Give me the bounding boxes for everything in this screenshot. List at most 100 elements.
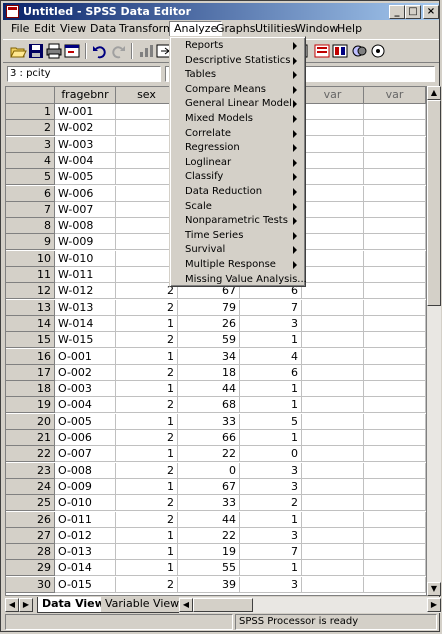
cell-age[interactable]: 67 xyxy=(178,478,240,495)
cell-empty[interactable] xyxy=(302,152,364,169)
cell-empty[interactable] xyxy=(364,348,426,365)
row-header[interactable]: 18 xyxy=(6,381,55,398)
cell-empty[interactable] xyxy=(302,413,364,430)
row-header[interactable]: 29 xyxy=(6,560,55,577)
cell-age[interactable]: 55 xyxy=(178,560,240,577)
cell-city[interactable]: 2 xyxy=(240,495,302,512)
analyze-menu-item[interactable]: Reports xyxy=(172,39,303,54)
analyze-menu-item[interactable]: Classify xyxy=(172,170,303,185)
corner-header[interactable] xyxy=(6,87,55,104)
cell-fragebnr[interactable]: W-007 xyxy=(55,201,116,218)
analyze-menu-item[interactable]: Survival xyxy=(172,243,303,258)
cell-empty[interactable] xyxy=(302,478,364,495)
cell-sex[interactable]: 2 xyxy=(116,299,178,316)
analyze-menu-item[interactable]: Mixed Models xyxy=(172,112,303,127)
cell-empty[interactable] xyxy=(302,250,364,267)
cell-empty[interactable] xyxy=(302,381,364,398)
cell-fragebnr[interactable]: O-006 xyxy=(55,430,116,446)
cell-fragebnr[interactable]: O-009 xyxy=(55,478,116,495)
row-header[interactable]: 28 xyxy=(6,544,55,561)
cell-age[interactable]: 0 xyxy=(178,462,240,479)
cell-empty[interactable] xyxy=(302,430,364,446)
cell-age[interactable]: 34 xyxy=(178,348,240,365)
cell-city[interactable]: 3 xyxy=(240,462,302,479)
cell-city[interactable]: 3 xyxy=(240,527,302,544)
close-button[interactable]: × xyxy=(423,5,439,19)
cell-empty[interactable] xyxy=(364,218,426,235)
tab-scroll-right-button[interactable]: ▶ xyxy=(19,598,33,612)
cell-empty[interactable] xyxy=(364,299,426,316)
cell-empty[interactable] xyxy=(364,462,426,479)
cell-city[interactable]: 0 xyxy=(240,446,302,463)
cell-empty[interactable] xyxy=(302,218,364,235)
cell-empty[interactable] xyxy=(364,152,426,169)
cell-fragebnr[interactable]: O-007 xyxy=(55,446,116,463)
analyze-menu-item[interactable]: Regression xyxy=(172,141,303,156)
cell-empty[interactable] xyxy=(302,332,364,349)
cell-empty[interactable] xyxy=(302,185,364,202)
save-icon[interactable] xyxy=(27,42,45,60)
row-header[interactable]: 14 xyxy=(6,315,55,332)
cell-empty[interactable] xyxy=(364,576,426,593)
cell-sex[interactable]: 2 xyxy=(116,511,178,528)
tab-scroll-left-button[interactable]: ◀ xyxy=(5,598,19,612)
cell-fragebnr[interactable]: O-003 xyxy=(55,381,116,398)
cell-sex[interactable]: 1 xyxy=(116,560,178,577)
undo-icon[interactable] xyxy=(91,42,109,60)
cell-empty[interactable] xyxy=(364,527,426,544)
cell-empty[interactable] xyxy=(302,315,364,332)
cell-empty[interactable] xyxy=(364,478,426,495)
cell-empty[interactable] xyxy=(364,332,426,349)
analyze-menu-item[interactable]: Data Reduction xyxy=(172,185,303,200)
cell-sex[interactable]: 1 xyxy=(116,381,178,398)
cell-empty[interactable] xyxy=(364,544,426,561)
analyze-menu-item[interactable]: Descriptive Statistics xyxy=(172,54,303,69)
cell-sex[interactable]: 2 xyxy=(116,576,178,593)
cell-empty[interactable] xyxy=(364,185,426,202)
cell-empty[interactable] xyxy=(302,462,364,479)
cell-fragebnr[interactable]: W-013 xyxy=(55,299,116,316)
analyze-menu-item[interactable]: Correlate xyxy=(172,127,303,142)
redo-icon[interactable] xyxy=(109,42,127,60)
cell-empty[interactable] xyxy=(302,511,364,528)
cell-fragebnr[interactable]: W-009 xyxy=(55,234,116,251)
cell-empty[interactable] xyxy=(364,136,426,153)
analyze-menu-item[interactable]: Nonparametric Tests xyxy=(172,214,303,229)
hscroll-left-button[interactable]: ◀ xyxy=(179,598,193,612)
cell-fragebnr[interactable]: W-014 xyxy=(55,315,116,332)
cell-sex[interactable]: 1 xyxy=(116,478,178,495)
horizontal-scrollbar[interactable]: ◀ ▶ xyxy=(179,597,441,613)
cell-fragebnr[interactable]: W-005 xyxy=(55,169,116,186)
cell-age[interactable]: 19 xyxy=(178,544,240,561)
cell-empty[interactable] xyxy=(364,234,426,251)
cell-sex[interactable]: 2 xyxy=(116,364,178,381)
cell-sex[interactable]: 2 xyxy=(116,332,178,349)
cell-age[interactable]: 44 xyxy=(178,511,240,528)
cell-sex[interactable]: 1 xyxy=(116,315,178,332)
row-header[interactable]: 22 xyxy=(6,446,55,463)
row-header[interactable]: 4 xyxy=(6,152,55,169)
row-header[interactable]: 20 xyxy=(6,413,55,430)
title-bar[interactable]: Untitled - SPSS Data Editor _ □ × xyxy=(3,3,439,20)
analyze-menu-item[interactable]: Compare Means xyxy=(172,83,303,98)
row-header[interactable]: 16 xyxy=(6,348,55,365)
cell-age[interactable]: 33 xyxy=(178,495,240,512)
cell-fragebnr[interactable]: W-011 xyxy=(55,267,116,283)
row-header[interactable]: 6 xyxy=(6,185,55,202)
row-header[interactable]: 12 xyxy=(6,283,55,300)
cell-sex[interactable]: 2 xyxy=(116,462,178,479)
row-header[interactable]: 2 xyxy=(6,120,55,137)
cell-fragebnr[interactable]: O-010 xyxy=(55,495,116,512)
column-header-var-6[interactable]: var xyxy=(364,87,426,104)
cell-empty[interactable] xyxy=(364,364,426,381)
maximize-button[interactable]: □ xyxy=(405,5,421,19)
cell-empty[interactable] xyxy=(364,283,426,300)
analyze-menu-item[interactable]: Multiple Response xyxy=(172,258,303,273)
cell-empty[interactable] xyxy=(302,544,364,561)
cell-fragebnr[interactable]: W-001 xyxy=(55,104,116,120)
row-header[interactable]: 1 xyxy=(6,104,55,120)
chart-gallery-icon[interactable] xyxy=(351,42,369,60)
tab-data-view[interactable]: Data View xyxy=(37,597,110,613)
cell-empty[interactable] xyxy=(302,104,364,120)
hscroll-thumb[interactable] xyxy=(193,598,253,612)
